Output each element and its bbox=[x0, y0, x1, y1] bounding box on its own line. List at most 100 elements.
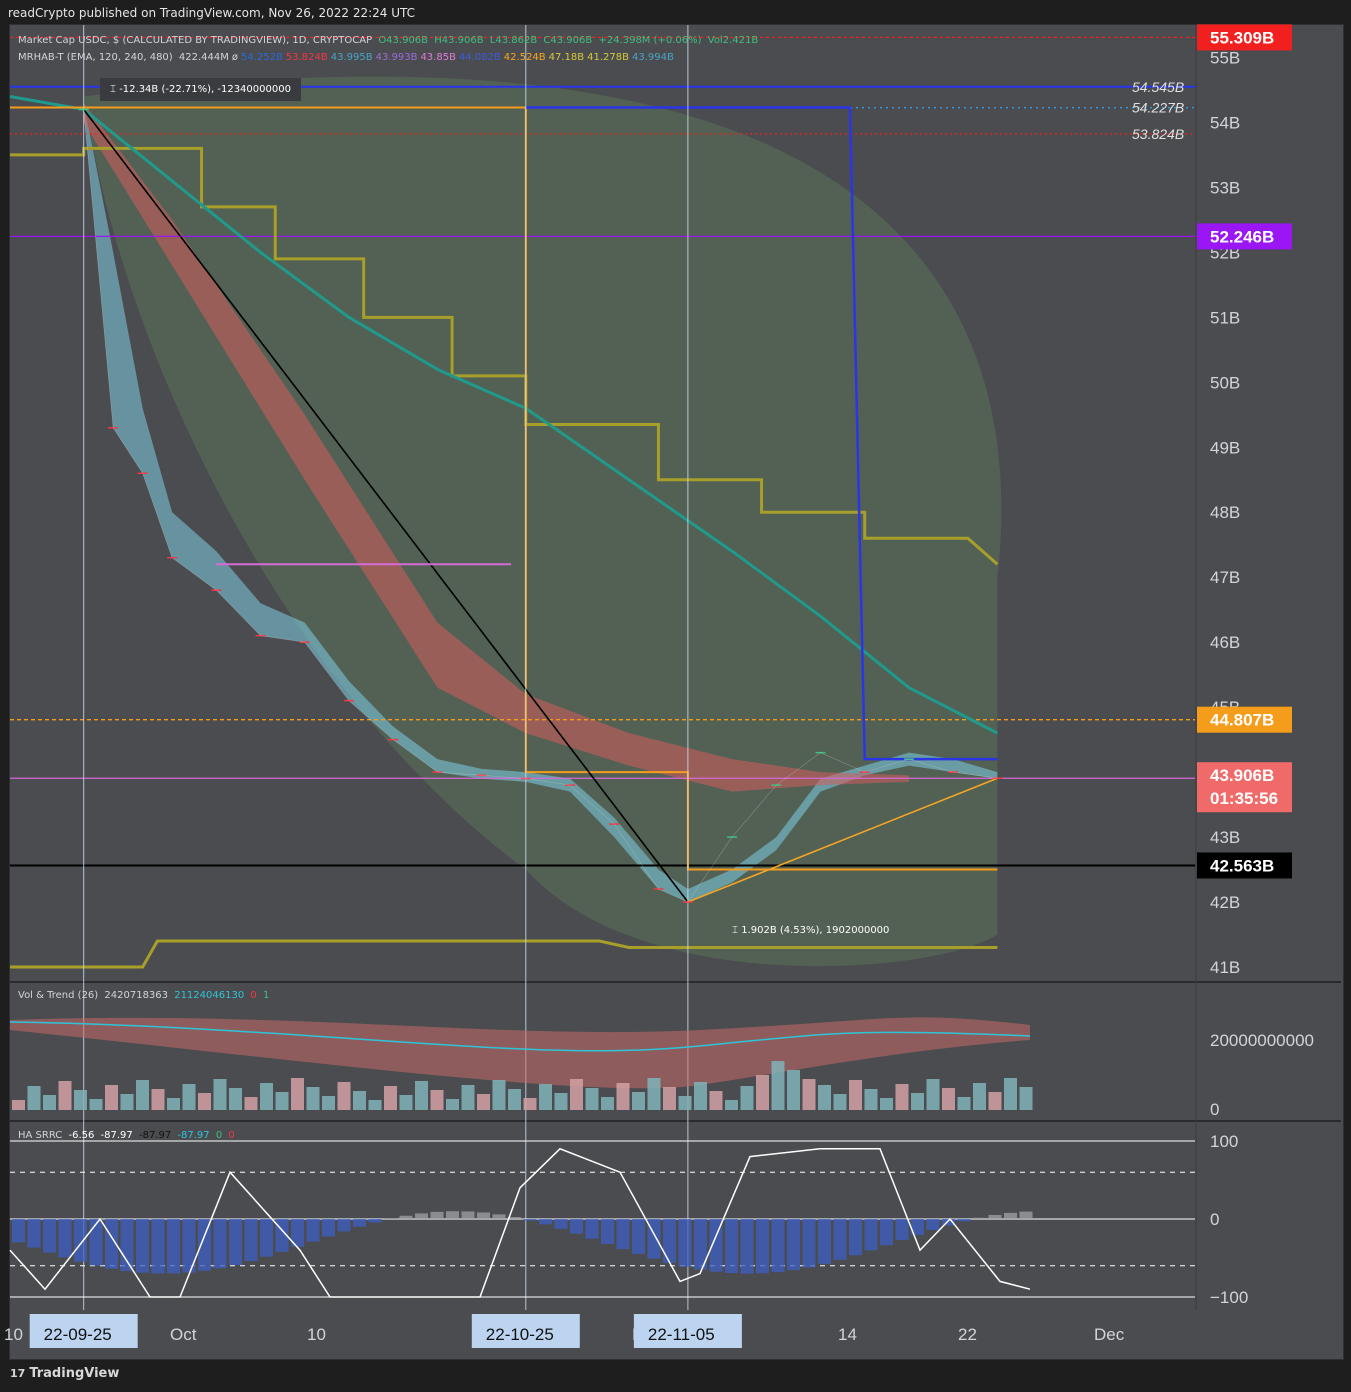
osc-bar bbox=[523, 1219, 537, 1221]
ohlc-high: H43.906B bbox=[434, 35, 484, 46]
price-badge-label: 44.807B bbox=[1210, 711, 1274, 730]
price-tick-label: 48B bbox=[1210, 503, 1240, 522]
volume-bar bbox=[663, 1087, 676, 1110]
time-tick-label: Dec bbox=[1094, 1325, 1125, 1344]
time-highlight-label: 22-10-25 bbox=[486, 1325, 554, 1344]
osc-bar bbox=[973, 1217, 986, 1219]
price-tick-label: 55B bbox=[1210, 48, 1240, 67]
tradingview-logo-icon: 17 bbox=[10, 1367, 26, 1380]
ohlc-low: L43.862B bbox=[489, 35, 538, 46]
osc-bar bbox=[756, 1219, 769, 1274]
osc-bar bbox=[136, 1219, 149, 1273]
volume-bar bbox=[151, 1089, 165, 1110]
osc-bar bbox=[198, 1219, 211, 1271]
volume-bar bbox=[709, 1091, 723, 1110]
osc-bar bbox=[430, 1211, 444, 1219]
indicator-legend: MRHAB-T (EMA, 120, 240, 480) 422.444M ø 54… bbox=[18, 52, 677, 63]
volume-trend-band bbox=[10, 1017, 1030, 1089]
osc-bar bbox=[260, 1219, 273, 1257]
osc-bar bbox=[725, 1219, 738, 1274]
volume-bar bbox=[12, 1100, 25, 1110]
volume-bar bbox=[384, 1086, 397, 1110]
osc-bar bbox=[957, 1219, 971, 1222]
volume-bar bbox=[973, 1083, 986, 1110]
osc-value-3: -87.97 bbox=[138, 1130, 172, 1141]
osc-bar bbox=[880, 1219, 893, 1246]
osc-bar bbox=[244, 1219, 258, 1262]
osc-bar bbox=[213, 1219, 227, 1269]
indicator-value: 422.444M bbox=[178, 52, 229, 63]
volume-bar bbox=[756, 1075, 769, 1110]
osc-bar bbox=[1019, 1211, 1033, 1219]
measure-top-label: -12.34B (-22.71%), -12340000000 bbox=[119, 84, 291, 95]
volume-bar bbox=[58, 1081, 72, 1110]
price-badge-label: 43.906B bbox=[1210, 766, 1274, 785]
osc-bar bbox=[554, 1219, 568, 1229]
osc-bar bbox=[616, 1219, 630, 1250]
price-tick-label: 54B bbox=[1210, 113, 1240, 132]
volume-bar bbox=[167, 1098, 180, 1110]
indicator-value: 43.85B bbox=[420, 52, 456, 63]
volume-bar bbox=[353, 1091, 366, 1110]
volume-bar bbox=[725, 1100, 738, 1110]
volume-bar bbox=[570, 1079, 583, 1110]
volume-value-2: 21124046130 bbox=[174, 990, 245, 1001]
chart-canvas[interactable]: 41B42B43B45B46B47B48B49B50B51B52B53B54B5… bbox=[0, 0, 1351, 1392]
volume-bar bbox=[415, 1081, 428, 1110]
oscillator-legend: HA SRRC -6.56 -87.97 -87.97 -87.97 0 0 bbox=[18, 1130, 238, 1141]
footer-brand[interactable]: 17 TradingView bbox=[10, 1366, 119, 1381]
price-badge-countdown: 01:35:56 bbox=[1210, 789, 1278, 808]
osc-bar bbox=[632, 1219, 645, 1255]
volume-tick-label: 0 bbox=[1210, 1100, 1219, 1119]
osc-bar bbox=[167, 1219, 180, 1274]
osc-bar bbox=[27, 1219, 41, 1248]
volume-bar bbox=[492, 1080, 506, 1110]
osc-bar bbox=[585, 1219, 599, 1239]
osc-value-5: 0 bbox=[215, 1130, 223, 1141]
osc-bar bbox=[353, 1219, 366, 1227]
brand-name: TradingView bbox=[29, 1366, 120, 1381]
osc-bar bbox=[120, 1219, 134, 1272]
volume-bar bbox=[43, 1095, 56, 1110]
measure-icon: ⌶ bbox=[110, 84, 120, 95]
volume-bar bbox=[461, 1085, 475, 1110]
measure-icon: ⌶ bbox=[732, 925, 742, 936]
osc-value-1: -6.56 bbox=[68, 1130, 95, 1141]
osc-bar bbox=[802, 1219, 816, 1268]
osc-bar bbox=[678, 1219, 692, 1267]
volume-bar bbox=[105, 1085, 118, 1110]
volume-bar bbox=[802, 1079, 816, 1110]
osc-bar bbox=[849, 1219, 862, 1256]
osc-bar bbox=[368, 1219, 382, 1223]
volume-bar bbox=[833, 1094, 847, 1110]
volume-bar bbox=[771, 1061, 785, 1110]
volume-bar bbox=[864, 1089, 878, 1110]
osc-bar bbox=[399, 1215, 413, 1219]
volume-bar bbox=[1019, 1087, 1033, 1110]
volume-bar bbox=[787, 1070, 800, 1110]
osc-bar bbox=[89, 1219, 103, 1266]
volume-bar bbox=[539, 1084, 552, 1110]
volume-bar bbox=[694, 1082, 707, 1110]
osc-bar bbox=[864, 1219, 878, 1251]
time-tick-label: Oct bbox=[170, 1325, 197, 1344]
volume-bar bbox=[678, 1096, 692, 1110]
osc-bar bbox=[539, 1219, 552, 1225]
price-tick-label: 42B bbox=[1210, 893, 1240, 912]
volume-bar bbox=[213, 1079, 227, 1110]
measure-bottom: ⌶ 1.902B (4.53%), 1902000000 bbox=[732, 925, 889, 936]
osc-bar bbox=[151, 1219, 165, 1274]
volume-legend: Vol & Trend (26) 2420718363 21124046130 … bbox=[18, 990, 272, 1001]
volume-bar bbox=[120, 1094, 134, 1110]
volume-bar bbox=[244, 1097, 258, 1110]
volume-bar bbox=[585, 1088, 599, 1110]
volume-value: Vol2.421B bbox=[707, 35, 759, 46]
volume-bar bbox=[508, 1089, 521, 1110]
osc-bar bbox=[787, 1219, 800, 1271]
volume-bar bbox=[337, 1082, 351, 1110]
volume-bar bbox=[616, 1083, 630, 1110]
osc-tick-label: 0 bbox=[1210, 1210, 1219, 1229]
osc-tick-label: 100 bbox=[1210, 1132, 1238, 1151]
volume-value-4: 1 bbox=[262, 990, 270, 1001]
osc-bar bbox=[492, 1214, 506, 1219]
